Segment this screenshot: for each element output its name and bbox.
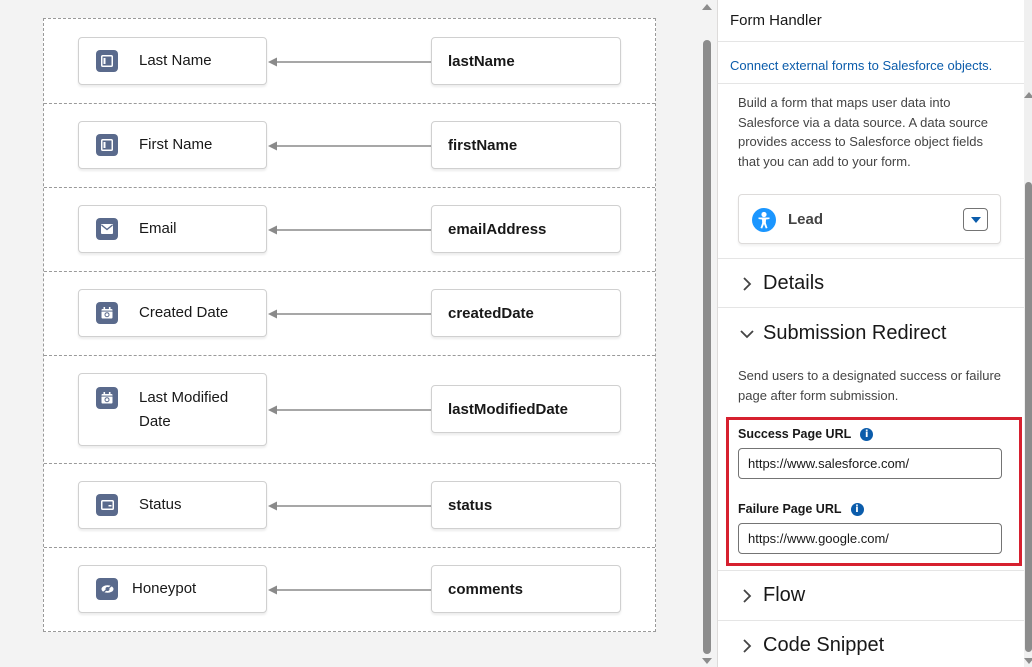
mapping-arrow: [268, 141, 431, 151]
source-field-card[interactable]: comments: [431, 565, 621, 613]
section-code-snippet-header[interactable]: Code Snippet: [738, 634, 884, 657]
mapping-frame: Last Name lastName First Name firstName: [43, 18, 656, 632]
failure-url-input[interactable]: [738, 523, 1002, 554]
divider: [718, 41, 1032, 42]
form-field-label: Last Name: [139, 52, 212, 69]
divider: [718, 570, 1032, 571]
form-field-label: Status: [139, 496, 182, 513]
chevron-down-icon: [740, 329, 754, 338]
mapping-canvas: Last Name lastName First Name firstName: [0, 0, 700, 667]
mapping-arrow: [268, 309, 431, 319]
scroll-down-arrow-icon[interactable]: [1024, 658, 1032, 664]
section-details-header[interactable]: Details: [738, 272, 824, 295]
source-field-label: emailAddress: [448, 220, 547, 238]
data-source-label: Lead: [788, 211, 824, 228]
form-field-card[interactable]: Last Name: [78, 37, 267, 85]
mapping-arrow: [268, 405, 431, 415]
mapping-arrow: [268, 225, 431, 235]
section-code-snippet-label: Code Snippet: [763, 634, 885, 656]
mapping-row: Created Date createdDate: [44, 272, 655, 356]
divider: [718, 258, 1032, 259]
form-field-label: Honeypot: [132, 580, 197, 597]
text-field-icon: [96, 50, 118, 72]
form-field-card[interactable]: Status: [78, 481, 267, 529]
section-details-label: Details: [763, 272, 825, 294]
scroll-up-arrow-icon[interactable]: [1024, 92, 1032, 98]
chevron-right-icon: [743, 276, 752, 291]
source-field-label: firstName: [448, 136, 518, 154]
form-handler-panel: Form Handler Connect external forms to S…: [717, 0, 1032, 667]
hidden-field-icon: [96, 578, 118, 600]
chevron-right-icon: [743, 638, 752, 653]
panel-scrollbar-thumb[interactable]: [1025, 182, 1032, 652]
divider: [718, 307, 1032, 308]
mapping-arrow: [268, 57, 431, 67]
failure-url-label-text: Failure Page URL: [738, 502, 842, 516]
scroll-up-arrow-icon[interactable]: [702, 4, 712, 10]
mapping-row: Email emailAddress: [44, 188, 655, 272]
mapping-row: Last Modified Date lastModifiedDate: [44, 356, 655, 464]
source-field-label: createdDate: [448, 304, 534, 322]
form-field-card[interactable]: Created Date: [78, 289, 267, 337]
scroll-down-arrow-icon[interactable]: [702, 658, 712, 664]
mapping-arrow: [268, 585, 431, 595]
source-field-card[interactable]: status: [431, 481, 621, 529]
calendar-icon: [96, 302, 118, 324]
info-icon[interactable]: i: [860, 427, 874, 441]
picklist-icon: [96, 494, 118, 516]
failure-url-label: Failure Page URL i: [738, 502, 864, 516]
form-field-card[interactable]: Email: [78, 205, 267, 253]
mapping-row: Last Name lastName: [44, 19, 655, 104]
panel-title: Form Handler: [730, 12, 822, 29]
form-field-label: Created Date: [139, 304, 229, 321]
form-field-card[interactable]: First Name: [78, 121, 267, 169]
text-field-icon: [96, 134, 118, 156]
source-field-card[interactable]: createdDate: [431, 289, 621, 337]
source-field-label: status: [448, 496, 493, 514]
form-field-card[interactable]: Honeypot: [78, 565, 267, 613]
lead-icon: [752, 208, 776, 232]
source-field-label: comments: [448, 580, 524, 598]
divider: [718, 620, 1032, 621]
mapping-row: Status status: [44, 464, 655, 548]
info-icon[interactable]: i: [850, 502, 864, 516]
canvas-scrollbar-thumb[interactable]: [703, 40, 711, 654]
form-field-label: Last Modified Date: [139, 389, 229, 430]
section-submission-redirect-header[interactable]: Submission Redirect: [738, 322, 946, 345]
mapping-arrow: [268, 501, 431, 511]
mapping-row: First Name firstName: [44, 104, 655, 188]
section-flow-label: Flow: [763, 584, 806, 606]
source-field-label: lastName: [448, 52, 515, 70]
form-field-card[interactable]: Last Modified Date: [78, 373, 267, 446]
source-field-card[interactable]: firstName: [431, 121, 621, 169]
section-submission-redirect-label: Submission Redirect: [763, 322, 947, 344]
calendar-icon: [96, 387, 118, 409]
panel-subtitle: Connect external forms to Salesforce obj…: [730, 58, 993, 73]
source-field-label: lastModifiedDate: [448, 400, 569, 418]
divider: [718, 83, 1032, 84]
source-field-card[interactable]: lastModifiedDate: [431, 385, 621, 433]
panel-description: Build a form that maps user data into Sa…: [738, 95, 989, 169]
form-field-label: Email: [139, 220, 177, 237]
success-url-label-text: Success Page URL: [738, 427, 852, 441]
success-url-input[interactable]: [738, 448, 1002, 479]
mapping-row: Honeypot comments: [44, 548, 655, 631]
form-field-label: First Name: [139, 136, 213, 153]
success-url-label: Success Page URL i: [738, 427, 874, 441]
email-icon: [96, 218, 118, 240]
source-field-card[interactable]: lastName: [431, 37, 621, 85]
redirect-description: Send users to a designated success or fa…: [738, 368, 1002, 403]
data-source-card[interactable]: Lead: [738, 194, 1001, 244]
chevron-right-icon: [743, 588, 752, 603]
section-flow-header[interactable]: Flow: [738, 584, 805, 607]
data-source-dropdown-button[interactable]: [963, 208, 988, 231]
source-field-card[interactable]: emailAddress: [431, 205, 621, 253]
